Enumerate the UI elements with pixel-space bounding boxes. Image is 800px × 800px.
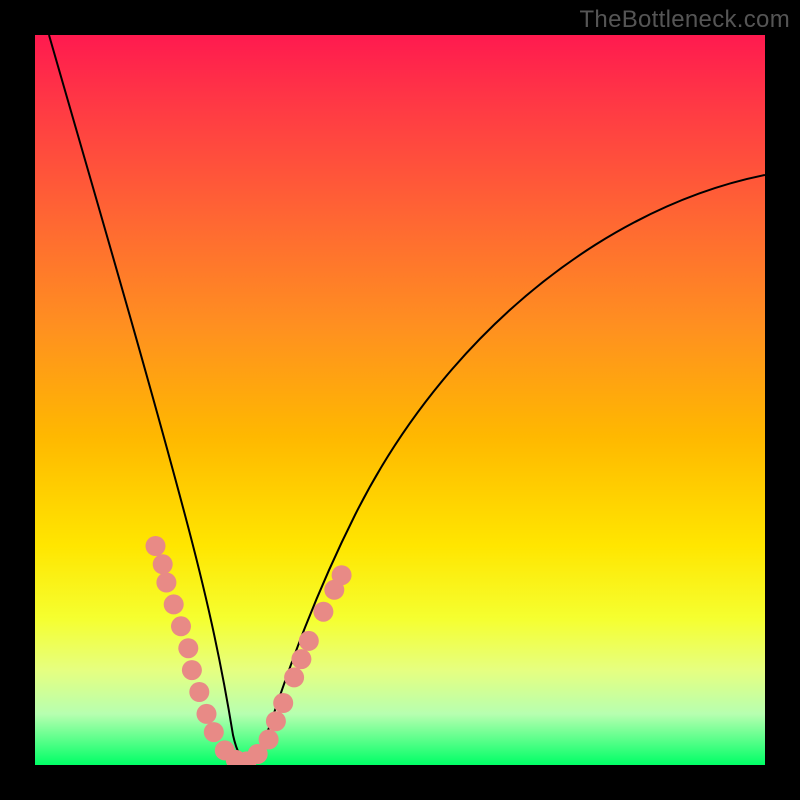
highlight-dot <box>146 536 166 556</box>
highlight-dot <box>171 616 191 636</box>
highlight-dot <box>259 730 279 750</box>
highlight-dot <box>197 704 217 724</box>
highlight-dot <box>204 722 224 742</box>
plot-area <box>35 35 765 765</box>
chart-svg <box>35 35 765 765</box>
highlight-dot <box>313 602 333 622</box>
highlight-dots <box>146 536 352 765</box>
highlight-dot <box>178 638 198 658</box>
bottleneck-curve <box>49 35 765 761</box>
highlight-dot <box>153 554 173 574</box>
highlight-dot <box>284 667 304 687</box>
watermark-text: TheBottleneck.com <box>579 6 790 34</box>
highlight-dot <box>273 693 293 713</box>
highlight-dot <box>189 682 209 702</box>
highlight-dot <box>299 631 319 651</box>
chart-frame: TheBottleneck.com <box>0 0 800 800</box>
highlight-dot <box>156 573 176 593</box>
highlight-dot <box>164 594 184 614</box>
highlight-dot <box>266 711 286 731</box>
highlight-dot <box>332 565 352 585</box>
highlight-dot <box>182 660 202 680</box>
highlight-dot <box>291 649 311 669</box>
